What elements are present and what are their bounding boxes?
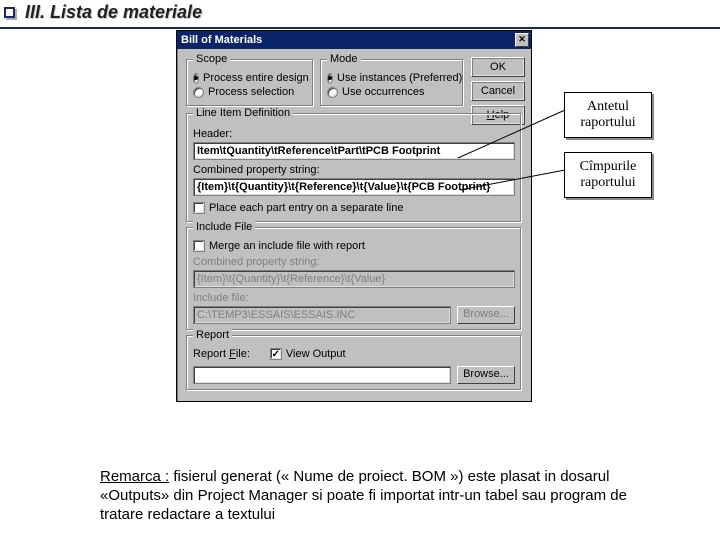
callout-fields: Cîmpurile raportului <box>564 152 652 198</box>
slide-title: III. Lista de materiale <box>25 2 202 23</box>
radio-icon <box>327 73 333 84</box>
cancel-button[interactable]: Cancel <box>471 81 525 101</box>
scope-group: Scope Process entire design Process sele… <box>186 59 314 107</box>
cps-label: Combined property string: <box>193 164 515 176</box>
inc-file-label: Include file: <box>193 292 515 304</box>
radio-icon <box>193 87 204 98</box>
report-file-label: Report File: <box>193 348 250 360</box>
footnote-lead: Remarca : <box>100 468 169 485</box>
inc-file-input: C:\TEMP3\ESSAIS\ESSAIS.INC <box>193 306 451 324</box>
line-item-group: Line Item Definition Header: Item\tQuant… <box>186 113 522 223</box>
separate-line-check[interactable]: Place each part entry on a separate line <box>193 202 515 214</box>
close-icon[interactable]: ✕ <box>515 33 529 47</box>
report-browse-button[interactable]: Browse... <box>457 366 515 384</box>
report-group: Report Report File: View Output Browse..… <box>186 335 522 391</box>
radio-icon <box>327 87 338 98</box>
footnote-rest: fisierul generat (« Nume de proiect. BOM… <box>100 468 627 523</box>
report-legend: Report <box>193 329 232 341</box>
checkbox-icon <box>193 202 205 214</box>
header-input[interactable]: Item\tQuantity\tReference\tPart\tPCB Foo… <box>193 142 515 160</box>
checkbox-icon <box>193 240 205 252</box>
include-group: Include File Merge an include file with … <box>186 227 522 331</box>
scope-selection[interactable]: Process selection <box>193 86 307 98</box>
cps-input[interactable]: {Item}\t{Quantity}\t{Reference}\t{Value}… <box>193 178 515 196</box>
mode-group: Mode Use instances (Preferred) Use occur… <box>320 59 464 107</box>
callout-header: Antetul raportului <box>564 92 652 138</box>
ok-button[interactable]: OK <box>471 57 525 77</box>
radio-icon <box>193 73 199 84</box>
include-legend: Include File <box>193 221 255 233</box>
inc-cps-label: Combined property string: <box>193 256 515 268</box>
dialog-title: Bill of Materials <box>181 34 262 46</box>
view-output-check[interactable]: View Output <box>270 348 346 360</box>
footnote: Remarca : fisierul generat (« Nume de pr… <box>100 468 640 524</box>
bullet-icon <box>4 7 15 18</box>
checkbox-icon <box>270 348 282 360</box>
mode-instances[interactable]: Use instances (Preferred) <box>327 72 457 84</box>
merge-check[interactable]: Merge an include file with report <box>193 240 515 252</box>
titlebar[interactable]: Bill of Materials ✕ <box>177 31 531 49</box>
header-label: Header: <box>193 128 515 140</box>
scope-legend: Scope <box>193 53 230 65</box>
mode-legend: Mode <box>327 53 361 65</box>
bom-dialog: Bill of Materials ✕ OK Cancel Help Scope… <box>176 30 532 402</box>
mode-occurrences[interactable]: Use occurrences <box>327 86 457 98</box>
report-file-input[interactable] <box>193 366 451 384</box>
line-item-legend: Line Item Definition <box>193 107 293 119</box>
slide-header: III. Lista de materiale <box>0 0 720 29</box>
include-browse-button: Browse... <box>457 306 515 324</box>
inc-cps-input: {Item}\t{Quantity}\t{Reference}\t{Value} <box>193 270 515 288</box>
scope-entire[interactable]: Process entire design <box>193 72 307 84</box>
